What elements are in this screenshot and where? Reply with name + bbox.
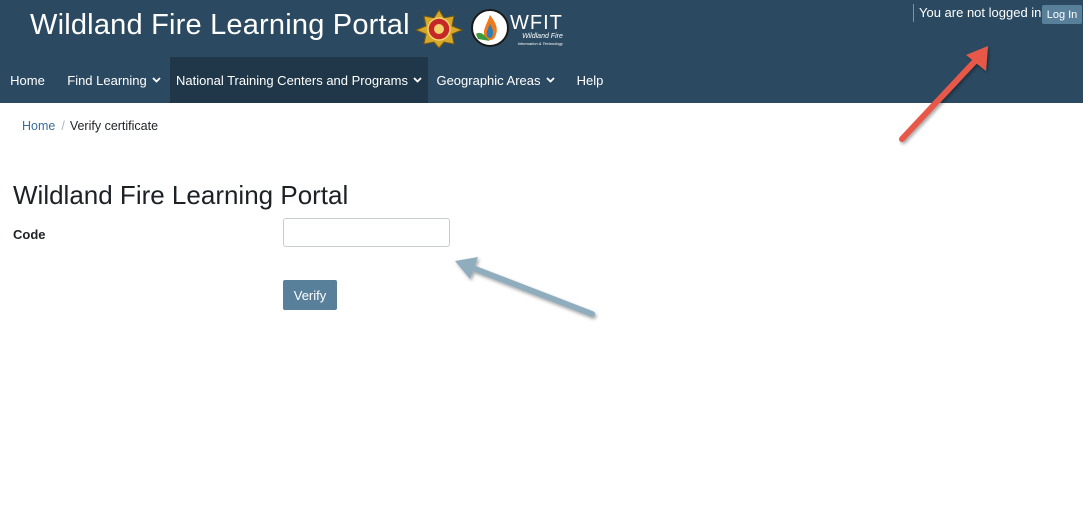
wfit-title: WFIT: [510, 12, 563, 34]
nav-geographic-areas[interactable]: Geographic Areas: [428, 57, 563, 103]
site-title[interactable]: Wildland Fire Learning Portal: [30, 9, 410, 42]
wfit-logo: [471, 9, 509, 47]
nav-home[interactable]: Home: [0, 57, 55, 103]
breadcrumb-separator: /: [61, 119, 65, 133]
chevron-down-icon: [413, 75, 422, 85]
wfit-subtitle-line2: Information & Technology: [517, 41, 563, 46]
nav-geographic-areas-label: Geographic Areas: [436, 72, 541, 88]
page-title: Wildland Fire Learning Portal: [13, 180, 349, 210]
code-input[interactable]: [283, 218, 450, 247]
breadcrumb-current: Verify certificate: [69, 119, 159, 133]
site-header: Wildland Fire Learning Portal WFIT Wildl…: [0, 0, 1083, 57]
nav-help-label: Help: [576, 72, 604, 88]
primary-navigation: Home Find Learning National Training Cen…: [0, 57, 1083, 103]
verify-button[interactable]: Verify: [283, 280, 337, 310]
breadcrumb-home-link[interactable]: Home: [22, 119, 55, 133]
nav-national-training-centers[interactable]: National Training Centers and Programs: [170, 57, 428, 103]
chevron-down-icon: [152, 75, 161, 85]
nav-national-training-centers-label: National Training Centers and Programs: [176, 72, 408, 88]
wfit-subtitle-line1: Wildland Fire: [522, 33, 563, 40]
agency-emblem-logo: [414, 9, 464, 48]
breadcrumb: Home / Verify certificate: [22, 119, 158, 133]
nav-find-learning[interactable]: Find Learning: [58, 57, 170, 103]
nav-help[interactable]: Help: [566, 57, 614, 103]
blue-arrow-icon: [455, 257, 595, 317]
nav-home-label: Home: [10, 72, 45, 88]
nav-find-learning-label: Find Learning: [67, 72, 147, 88]
chevron-down-icon: [545, 75, 555, 85]
wfit-wordmark: WFIT Wildland Fire Information & Technol…: [510, 13, 563, 46]
login-button[interactable]: Log In: [1042, 5, 1082, 24]
login-status-text: You are not logged in.: [919, 5, 1046, 20]
code-label: Code: [13, 227, 46, 242]
